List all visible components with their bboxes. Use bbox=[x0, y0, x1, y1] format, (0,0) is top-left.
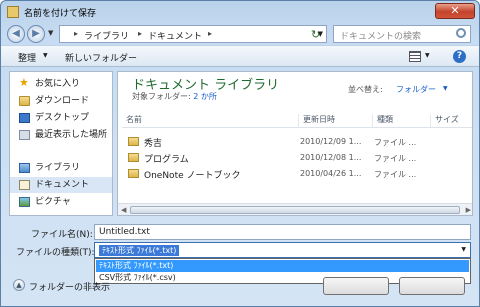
documents-icon bbox=[19, 180, 30, 190]
horizontal-scrollbar[interactable]: ◀ ▶ bbox=[118, 203, 472, 215]
navigation-pane: ★ お気に入り ダウンロード デスクトップ 最近表示した場所 ライブラリ ドキュ… bbox=[9, 71, 113, 216]
arrange-dropdown-icon[interactable]: ▼ bbox=[443, 85, 448, 92]
address-separator[interactable]: ▸ bbox=[74, 29, 78, 38]
file-name: 秀吉 bbox=[144, 139, 163, 149]
title-bar: 名前を付けて保存 ✕ bbox=[1, 1, 479, 23]
nav-item-label: デスクトップ bbox=[35, 113, 90, 123]
library-icon bbox=[19, 163, 30, 173]
file-name: プログラム bbox=[144, 155, 189, 165]
nav-item-label: お気に入り bbox=[35, 79, 81, 89]
scrollbar-thumb[interactable] bbox=[130, 206, 460, 214]
folder-icon bbox=[19, 96, 30, 106]
back-button[interactable]: ◀ bbox=[7, 25, 25, 43]
search-placeholder: ドキュメントの検索 bbox=[340, 32, 422, 42]
pictures-icon bbox=[19, 197, 30, 207]
view-options-icon[interactable] bbox=[409, 51, 421, 62]
folder-icon bbox=[128, 137, 139, 146]
file-date: 2010/12/09 1... bbox=[300, 137, 362, 146]
refresh-icon[interactable]: ↻ bbox=[311, 28, 320, 41]
file-name-label: ファイル名(N): bbox=[31, 230, 93, 240]
library-target-info: 対象フォルダー: 2 か所 bbox=[132, 91, 217, 102]
save-as-dialog: 名前を付けて保存 ✕ ◀ ▶ ▼ ▸ ライブラリ ▸ ドキュメント ▸ ▼ ↻ … bbox=[0, 0, 480, 307]
dialog-icon bbox=[7, 6, 19, 18]
breadcrumb-library[interactable]: ライブラリ bbox=[84, 29, 129, 42]
close-button[interactable]: ✕ bbox=[435, 3, 475, 19]
column-header-size[interactable]: サイズ bbox=[430, 114, 459, 128]
file-type: ファイル ... bbox=[374, 154, 417, 163]
file-type-option-txt[interactable]: ﾃｷｽﾄ形式 ﾌｧｲﾙ(*.txt) bbox=[96, 260, 469, 272]
target-label: 対象フォルダー: bbox=[132, 92, 194, 101]
recent-pages-dropdown-icon[interactable]: ▼ bbox=[48, 29, 53, 37]
organize-button[interactable]: 整理 bbox=[18, 51, 36, 64]
file-type: ファイル ... bbox=[374, 138, 417, 147]
file-row[interactable]: OneNote ノートブック 2010/04/26 1... ファイル ... bbox=[128, 166, 468, 182]
hide-folders-button[interactable]: フォルダーの非表示 bbox=[29, 280, 110, 293]
nav-item-downloads[interactable]: ダウンロード bbox=[10, 93, 112, 109]
organize-dropdown-icon[interactable]: ▼ bbox=[43, 52, 48, 59]
folder-icon bbox=[128, 153, 139, 162]
nav-item-desktop[interactable]: デスクトップ bbox=[10, 110, 112, 126]
star-icon: ★ bbox=[19, 76, 29, 89]
target-locations-link[interactable]: 2 か所 bbox=[193, 92, 217, 101]
arrange-by-label: 並べ替え: bbox=[348, 85, 383, 94]
address-separator[interactable]: ▸ bbox=[208, 29, 212, 38]
help-icon[interactable]: ? bbox=[453, 50, 466, 63]
save-button[interactable] bbox=[323, 277, 389, 295]
nav-item-pictures[interactable]: ピクチャ bbox=[10, 194, 112, 210]
nav-item-documents[interactable]: ドキュメント bbox=[10, 177, 112, 193]
address-bar[interactable]: ▸ ライブラリ ▸ ドキュメント ▸ ▼ bbox=[59, 25, 327, 43]
file-list-pane: ドキュメント ライブラリ 対象フォルダー: 2 か所 並べ替え: フォルダー ▼… bbox=[117, 71, 473, 216]
file-date: 2010/04/26 1... bbox=[300, 169, 362, 178]
nav-item-label: ピクチャ bbox=[35, 197, 71, 207]
nav-item-label: ライブラリ bbox=[35, 163, 81, 173]
file-type-select[interactable]: ﾃｷｽﾄ形式 ﾌｧｲﾙ(*.txt) ▼ bbox=[94, 242, 471, 258]
file-type-selected-value: ﾃｷｽﾄ形式 ﾌｧｲﾙ(*.txt) bbox=[99, 245, 180, 256]
nav-item-libraries[interactable]: ライブラリ bbox=[10, 160, 112, 176]
column-header-row: 名前 更新日時 種類 サイズ bbox=[122, 110, 472, 128]
desktop-icon bbox=[19, 113, 30, 123]
column-header-name[interactable]: 名前 bbox=[122, 114, 142, 128]
search-icon[interactable] bbox=[456, 28, 466, 38]
nav-item-label: ダウンロード bbox=[35, 96, 90, 106]
file-date: 2010/12/08 1... bbox=[300, 153, 362, 162]
recent-places-icon bbox=[19, 130, 30, 140]
folder-icon bbox=[128, 169, 139, 178]
nav-item-favorites[interactable]: ★ お気に入り bbox=[10, 76, 112, 92]
nav-item-label: 最近表示した場所 bbox=[35, 130, 108, 140]
forward-button[interactable]: ▶ bbox=[27, 25, 45, 43]
nav-item-recent-places[interactable]: 最近表示した場所 bbox=[10, 127, 112, 143]
column-header-type[interactable]: 種類 bbox=[372, 114, 393, 128]
command-toolbar: 整理 ▼ 新しいフォルダー ▼ ? bbox=[1, 45, 479, 67]
nav-item-label: ドキュメント bbox=[35, 180, 90, 190]
breadcrumb-documents[interactable]: ドキュメント bbox=[148, 29, 202, 42]
file-name-input[interactable]: Untitled.txt bbox=[94, 224, 471, 240]
navigation-bar: ◀ ▶ ▼ ▸ ライブラリ ▸ ドキュメント ▸ ▼ ↻ ドキュメントの検索 bbox=[1, 23, 479, 45]
file-type: ファイル ... bbox=[374, 170, 417, 179]
scroll-left-icon[interactable]: ◀ bbox=[121, 206, 126, 214]
chevron-up-icon[interactable]: ▲ bbox=[13, 279, 25, 291]
scroll-right-icon[interactable]: ▶ bbox=[466, 206, 471, 214]
cancel-button[interactable] bbox=[399, 277, 465, 295]
arrange-by-dropdown[interactable]: フォルダー bbox=[396, 84, 436, 95]
search-input[interactable]: ドキュメントの検索 bbox=[333, 25, 471, 43]
chevron-down-icon[interactable]: ▼ bbox=[461, 246, 466, 253]
file-type-label: ファイルの種類(T): bbox=[16, 248, 95, 258]
file-name: OneNote ノートブック bbox=[144, 171, 241, 181]
column-header-date[interactable]: 更新日時 bbox=[298, 114, 335, 128]
new-folder-button[interactable]: 新しいフォルダー bbox=[65, 51, 137, 64]
dialog-title: 名前を付けて保存 bbox=[24, 9, 97, 19]
address-separator[interactable]: ▸ bbox=[138, 29, 142, 38]
file-row[interactable]: プログラム 2010/12/08 1... ファイル ... bbox=[128, 150, 468, 166]
file-row[interactable]: 秀吉 2010/12/09 1... ファイル ... bbox=[128, 134, 468, 150]
dialog-footer: ▲ フォルダーの非表示 bbox=[1, 275, 479, 306]
view-dropdown-icon[interactable]: ▼ bbox=[425, 52, 430, 59]
